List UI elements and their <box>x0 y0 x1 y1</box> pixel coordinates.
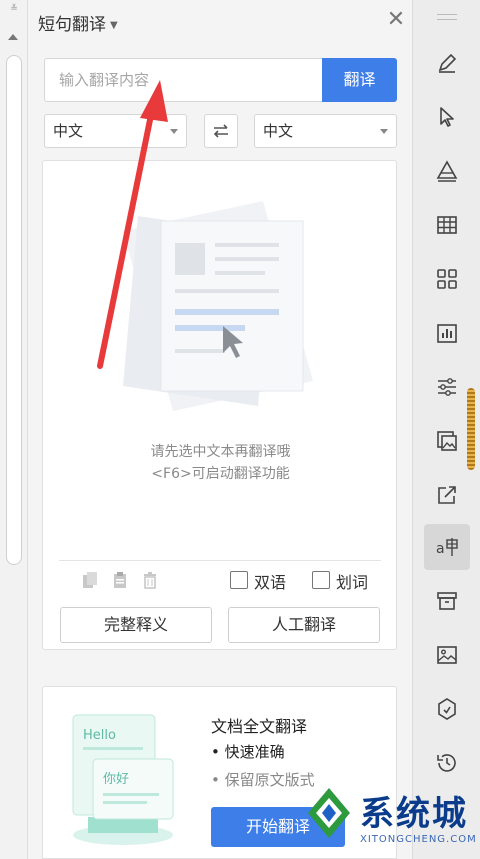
scroll-up-arrow-icon[interactable] <box>8 34 18 40</box>
archive-icon <box>437 592 457 610</box>
empty-hint-line1: 请先选中文本再翻译哦 <box>150 444 291 460</box>
right-toolbar: a <box>412 0 480 859</box>
empty-state-illustration <box>123 201 313 411</box>
share-icon <box>438 486 456 504</box>
archive-tool-button[interactable] <box>424 578 470 624</box>
table-tool-button[interactable] <box>424 202 470 248</box>
word-select-checkbox[interactable] <box>312 571 330 589</box>
source-language-select[interactable]: 中文 <box>44 114 187 148</box>
bar-chart-icon <box>437 324 457 343</box>
translate-panel: 短句翻译▼ ✕ 翻译 中文 中文 请先选中 <box>28 0 412 859</box>
source-language-value: 中文 <box>53 122 84 140</box>
swap-languages-button[interactable] <box>204 114 238 148</box>
target-language-select[interactable]: 中文 <box>254 114 397 148</box>
delete-icon[interactable] <box>141 571 159 589</box>
dropdown-caret-icon <box>170 129 178 134</box>
full-definition-button[interactable]: 完整释义 <box>60 607 212 643</box>
picture-icon <box>437 646 457 664</box>
swap-arrows-icon <box>213 124 228 138</box>
picture-tool-button[interactable] <box>424 632 470 678</box>
watermark-logo-icon <box>308 788 350 838</box>
empty-hint-line2: <F6>可启动翻译功能 <box>151 466 290 482</box>
collapse-grip-icon[interactable]: ≚ <box>9 4 19 14</box>
translate-input[interactable] <box>44 58 322 102</box>
pen-tool-button[interactable] <box>424 40 470 86</box>
scrollbar-thumb[interactable] <box>6 55 22 565</box>
chevron-down-icon[interactable]: ▼ <box>110 20 118 31</box>
watermark-text: 系统城 <box>360 794 468 834</box>
shape-icon <box>436 160 458 182</box>
divider <box>59 560 381 561</box>
bilingual-label: 双语 <box>254 573 287 592</box>
pointer-tool-button[interactable] <box>424 94 470 140</box>
illustration-nihao: 你好 <box>103 772 129 787</box>
shape-tool-button[interactable] <box>424 148 470 194</box>
chart-tool-button[interactable] <box>424 310 470 356</box>
settings-sliders-icon <box>438 378 456 396</box>
image-gallery-icon <box>437 431 457 451</box>
translate-button[interactable]: 翻译 <box>322 58 397 102</box>
panel-title-text: 短句翻译 <box>38 15 106 35</box>
document-translate-illustration: Hello 你好 <box>72 714 174 845</box>
paste-icon[interactable] <box>111 571 129 589</box>
close-button[interactable]: ✕ <box>384 8 408 32</box>
target-language-value: 中文 <box>263 122 294 140</box>
translate-icon: a <box>436 538 458 557</box>
history-icon <box>437 754 456 772</box>
outer-scrollbar[interactable]: ≚ <box>0 0 28 859</box>
toolbar-handle[interactable] <box>437 14 457 20</box>
settings-tool-button[interactable] <box>424 364 470 410</box>
pen-icon <box>438 53 457 73</box>
word-select-label: 划词 <box>336 573 369 592</box>
gallery-tool-button[interactable] <box>424 418 470 464</box>
dropdown-caret-icon <box>380 129 388 134</box>
illustration-hello: Hello <box>83 728 116 743</box>
protect-tool-button[interactable] <box>424 686 470 732</box>
pointer-icon <box>440 107 454 127</box>
table-icon <box>437 216 457 234</box>
watermark-subtext: XITONGCHENG.COM <box>360 834 477 845</box>
site-watermark: 系统城 XITONGCHENG.COM <box>300 780 480 859</box>
human-translation-button[interactable]: 人工翻译 <box>228 607 380 643</box>
apps-tool-button[interactable] <box>424 256 470 302</box>
shield-icon <box>438 698 456 720</box>
result-area: 请先选中文本再翻译哦 <F6>可启动翻译功能 双语 划词 完整释义 人工翻译 <box>42 160 397 650</box>
toolbar-scroll-thumb[interactable] <box>467 388 475 470</box>
copy-icon[interactable] <box>81 571 99 589</box>
share-tool-button[interactable] <box>424 472 470 518</box>
promo-bullet-fast: • 快速准确 <box>211 743 285 761</box>
panel-title[interactable]: 短句翻译 ▼ <box>38 10 118 35</box>
apps-grid-icon <box>437 269 457 289</box>
bilingual-checkbox[interactable] <box>230 571 248 589</box>
promo-title: 文档全文翻译 <box>211 717 308 736</box>
translate-tool-button[interactable]: a <box>424 524 470 570</box>
svg-text:a: a <box>436 541 445 557</box>
